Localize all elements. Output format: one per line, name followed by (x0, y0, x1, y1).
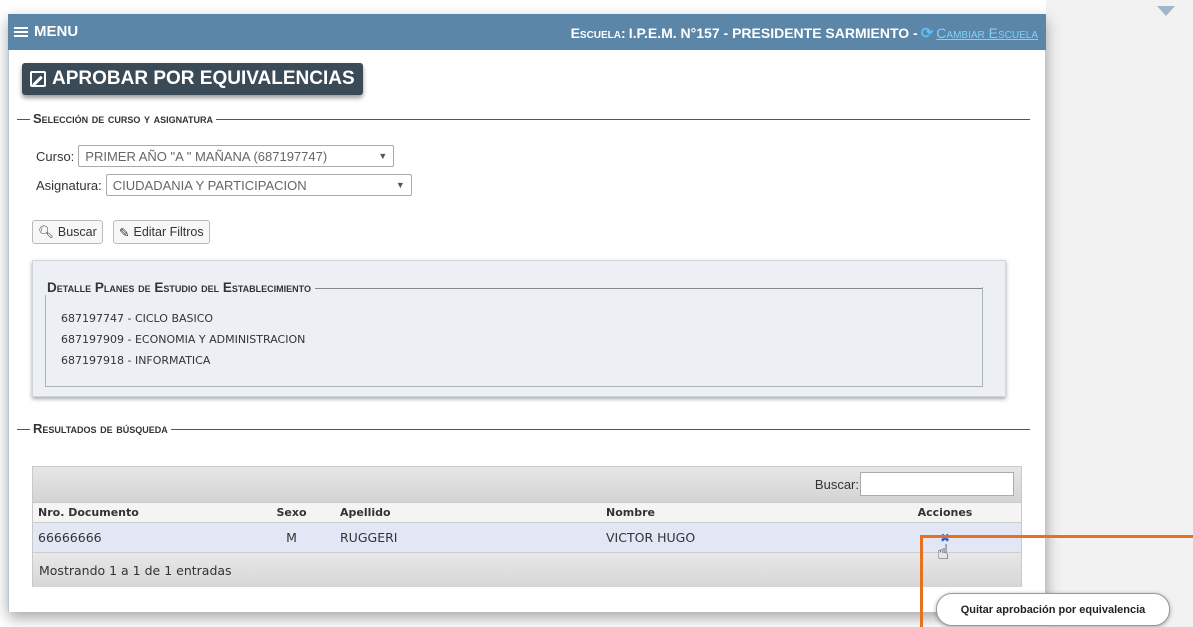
hand-cursor-icon: ☝ (937, 540, 950, 564)
asignatura-label: Asignatura: (36, 177, 102, 193)
curso-label: Curso: (36, 148, 75, 164)
tooltip-text: Quitar aprobación por equivalencia (960, 603, 1146, 616)
page-title-text: APROBAR POR EQUIVALENCIAS (52, 68, 355, 89)
school-prefix: Escuela: (570, 25, 626, 41)
search-button[interactable]: 🔍︎ Buscar (32, 220, 103, 244)
school-name: I.P.E.M. N°157 - PRESIDENTE SARMIENTO - (628, 25, 918, 41)
table-info: Mostrando 1 a 1 de 1 entradas (39, 562, 232, 578)
scroll-indicator-icon (1157, 6, 1175, 16)
hamburger-icon (14, 25, 28, 39)
cell-sexo: M (286, 530, 297, 545)
cell-apellido: RUGGERI (340, 530, 398, 545)
table-header: Nro. Documento Sexo Apellido Nombre Acci… (33, 503, 1021, 523)
table-footer: Mostrando 1 a 1 de 1 entradas (33, 553, 1021, 587)
edit-filters-button[interactable]: ✎ Editar Filtros (113, 220, 210, 244)
curso-value: PRIMER AÑO "A " MAÑANA (687197747) (85, 148, 328, 164)
plans-legend: Detalle Planes de Estudio del Establecim… (43, 280, 316, 295)
page-background-right (1046, 0, 1193, 627)
results-table: Buscar: Nro. Documento Sexo Apellido Nom… (32, 466, 1022, 587)
selection-legend: Selección de curso y asignatura (30, 111, 216, 126)
search-icon: 🔍︎ (38, 224, 54, 239)
cell-documento: 66666666 (38, 530, 102, 545)
plan-item: 687197909 - ECONOMIA Y ADMINISTRACION (61, 333, 306, 346)
table-search-input[interactable] (860, 472, 1014, 496)
chevron-down-icon: ▼ (378, 151, 388, 161)
school-info: Escuela: I.P.E.M. N°157 - PRESIDENTE SAR… (571, 24, 1038, 42)
search-button-label: Buscar (57, 225, 97, 239)
change-school-link[interactable]: Cambiar Escuela (936, 25, 1038, 41)
column-header[interactable]: Nro. Documento (33, 503, 248, 522)
table-search-label: Buscar: (814, 477, 859, 492)
edit-icon: ✎ (119, 225, 130, 240)
cell-nombre: VICTOR HUGO (606, 530, 696, 545)
curso-select[interactable]: PRIMER AÑO "A " MAÑANA (687197747) ▼ (78, 145, 395, 167)
tooltip: Quitar aprobación por equivalencia (936, 593, 1170, 626)
edit-icon (30, 71, 46, 87)
highlight-border-left (920, 535, 923, 627)
column-header[interactable]: Sexo (248, 503, 335, 522)
asignatura-value: CIUDADANIA Y PARTICIPACION (112, 177, 307, 193)
table-row: 66666666 M RUGGERI VICTOR HUGO ✖ (33, 523, 1021, 553)
plan-item: 687197918 - INFORMATICA (61, 354, 211, 367)
column-header[interactable]: Apellido (335, 503, 601, 522)
curso-row: Curso: PRIMER AÑO "A " MAÑANA (687197747… (36, 145, 395, 167)
top-navbar: MENU Escuela: I.P.E.M. N°157 - PRESIDENT… (8, 14, 1046, 50)
plan-item: 687197747 - CICLO BASICO (61, 312, 214, 325)
menu-label: MENU (34, 23, 79, 40)
column-header[interactable]: Nombre (601, 503, 869, 522)
asignatura-row: Asignatura: CIUDADANIA Y PARTICIPACION ▼ (36, 174, 412, 196)
refresh-icon[interactable]: ⟳ (921, 24, 934, 42)
plans-panel: Detalle Planes de Estudio del Establecim… (32, 260, 1006, 397)
menu-button[interactable]: MENU (14, 23, 78, 40)
results-legend: Resultados de búsqueda (30, 421, 171, 436)
table-toolbar: Buscar: (33, 467, 1021, 503)
highlight-border-top (920, 535, 1193, 538)
column-header: Acciones (917, 506, 973, 519)
asignatura-select[interactable]: CIUDADANIA Y PARTICIPACION ▼ (105, 174, 412, 196)
edit-filters-label: Editar Filtros (133, 225, 204, 239)
page-title: APROBAR POR EQUIVALENCIAS (22, 63, 363, 95)
chevron-down-icon: ▼ (395, 180, 405, 190)
